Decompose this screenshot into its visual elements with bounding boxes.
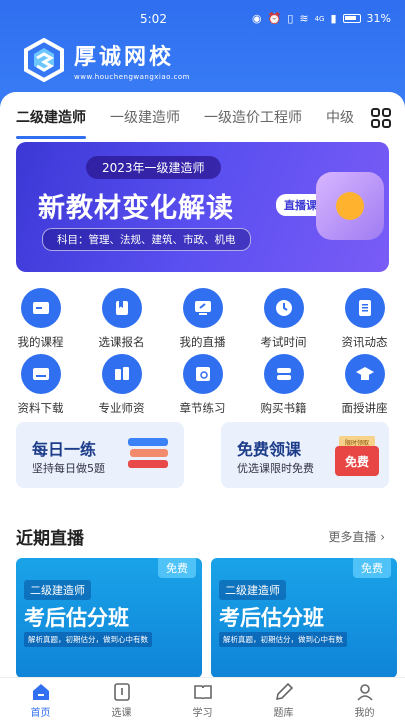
course-icon xyxy=(113,683,130,701)
menu-chapter-practice[interactable]: 章节练习 xyxy=(162,354,243,420)
signal-icon: ▮ xyxy=(330,12,337,25)
daily-practice-title: 每日一练 xyxy=(32,440,97,459)
chevron-right-icon: › xyxy=(380,530,385,544)
menu-my-live[interactable]: 我的直播 xyxy=(162,288,243,354)
books-icon xyxy=(263,354,304,394)
banner-subjects: 科目：管理、法规、建筑、市政、机电 xyxy=(42,228,251,251)
battery-level: 31% xyxy=(366,12,391,25)
wifi-icon: ≋ xyxy=(299,12,309,25)
daily-practice-card[interactable]: 每日一练 坚持每日做5题 xyxy=(16,422,184,488)
menu-exam-time[interactable]: 考试时间 xyxy=(243,288,324,354)
live-course-card[interactable]: 免费 二级建造师 考后估分班 解析真题，初期估分，做到心中有数 xyxy=(16,558,202,677)
tab-level2-constructor[interactable]: 二级建造师 xyxy=(16,107,86,139)
home-icon xyxy=(32,684,49,700)
daily-practice-subtitle: 坚持每日做5题 xyxy=(32,462,105,475)
category-tabs: 二级建造师 一级建造师 一级造价工程师 中级 xyxy=(0,92,360,142)
book-open-icon xyxy=(193,685,212,700)
course-desc: 解析真题，初期估分，做到心中有数 xyxy=(24,632,152,647)
course-level: 二级建造师 xyxy=(219,580,286,600)
graduation-cap-icon xyxy=(344,354,385,394)
tab-level1-cost-engineer[interactable]: 一级造价工程师 xyxy=(204,107,302,127)
brand-logo: 厚诚网校 www.houchengwangxiao.com xyxy=(22,38,190,82)
tab-level1-constructor[interactable]: 一级建造师 xyxy=(110,107,180,127)
eye-icon: ◉ xyxy=(252,12,262,25)
folder-icon xyxy=(20,288,61,328)
banner-year: 2023年一级建造师 xyxy=(86,156,221,179)
free-tag: 免费 xyxy=(353,558,391,578)
menu-buy-books[interactable]: 购买书籍 xyxy=(243,354,324,420)
free-tag: 免费 xyxy=(158,558,196,578)
course-level: 二级建造师 xyxy=(24,580,91,600)
status-bar: 5:02 ◉ ⏰ ▯ ≋ 4G ▮ 31% xyxy=(0,10,405,30)
bookmark-icon xyxy=(101,288,142,328)
menu-lectures[interactable]: 面授讲座 xyxy=(324,354,405,420)
status-time: 5:02 xyxy=(140,12,167,26)
coupon-top-text: 限时领取 xyxy=(345,439,369,447)
brand-name: 厚诚网校 xyxy=(74,45,175,70)
document-list-icon xyxy=(344,288,385,328)
nav-profile[interactable]: 我的 xyxy=(324,678,405,720)
brand-domain: www.houchengwangxiao.com xyxy=(74,73,190,81)
bottom-nav: 首页 选课 学习 题库 我的 xyxy=(0,677,405,720)
status-icons: ◉ ⏰ ▯ ≋ 4G ▮ 31% xyxy=(252,12,391,25)
course-name: 考后估分班 xyxy=(24,606,129,630)
monitor-icon xyxy=(182,288,223,328)
tv-play-icon xyxy=(316,172,384,240)
live-course-card[interactable]: 免费 二级建造师 考后估分班 解析真题，初期估分，做到心中有数 xyxy=(211,558,397,677)
nav-home[interactable]: 首页 xyxy=(0,678,81,720)
folder-download-icon xyxy=(20,354,61,394)
exercise-icon xyxy=(182,354,223,394)
clock-icon xyxy=(263,288,304,328)
nav-study[interactable]: 学习 xyxy=(162,678,243,720)
teachers-icon xyxy=(101,354,142,394)
menu-teachers[interactable]: 专业师资 xyxy=(81,354,162,420)
free-course-subtitle: 优选课限时免费 xyxy=(237,462,314,475)
main-content: 二级建造师 一级建造师 一级造价工程师 中级 2023年一级建造师 新教材变化解… xyxy=(0,92,405,677)
coupon-main-text: 免费 xyxy=(345,454,369,469)
course-name: 考后估分班 xyxy=(219,606,324,630)
banner-headline: 新教材变化解读 xyxy=(38,193,234,224)
menu-news[interactable]: 资讯动态 xyxy=(324,288,405,354)
free-course-title: 免费领课 xyxy=(237,440,302,459)
battery-icon xyxy=(342,14,361,23)
user-icon xyxy=(356,684,373,701)
tab-intermediate[interactable]: 中级 xyxy=(326,107,354,127)
nav-courses[interactable]: 选课 xyxy=(81,678,162,720)
books-stack-icon xyxy=(128,438,168,468)
feature-menu: 我的课程 选课报名 我的直播 考试时间 资讯动态 资料下载 专业师资 章节练习 … xyxy=(0,288,405,420)
logo-mark-icon xyxy=(24,38,64,82)
course-desc: 解析真题，初期估分，做到心中有数 xyxy=(219,632,347,647)
menu-course-enrollment[interactable]: 选课报名 xyxy=(81,288,162,354)
nav-question-bank[interactable]: 题库 xyxy=(243,678,324,720)
promo-banner[interactable]: 2023年一级建造师 新教材变化解读 直播课 科目：管理、法规、建筑、市政、机电 xyxy=(16,142,389,272)
alarm-icon: ⏰ xyxy=(267,12,282,25)
more-live-link[interactable]: 更多直播 › xyxy=(328,528,385,545)
grid-menu-icon[interactable] xyxy=(371,108,391,128)
menu-my-courses[interactable]: 我的课程 xyxy=(0,288,81,354)
live-section-title: 近期直播 xyxy=(16,529,84,549)
free-course-card[interactable]: 免费领课 优选课限时免费 限时领取 免费 xyxy=(221,422,389,488)
network-label: 4G xyxy=(314,14,325,23)
pencil-icon xyxy=(275,682,293,701)
coupon-icon: 限时领取 免费 xyxy=(335,436,379,476)
menu-downloads[interactable]: 资料下载 xyxy=(0,354,81,420)
vibrate-icon: ▯ xyxy=(287,12,294,25)
